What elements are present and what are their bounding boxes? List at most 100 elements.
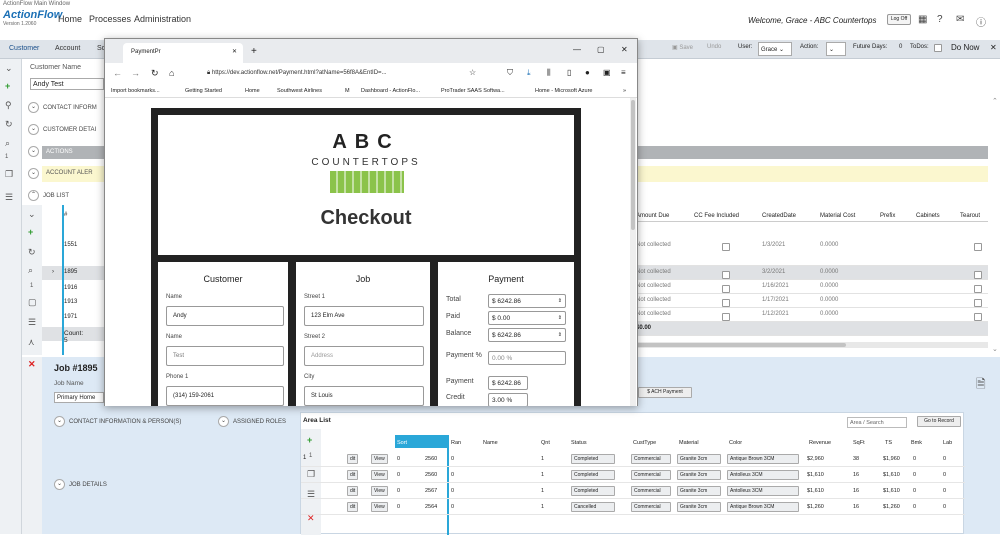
- col-bmk[interactable]: Bmk: [911, 440, 922, 446]
- table-row[interactable]: Not collected 1/16/2021 0.0000: [636, 280, 988, 294]
- cust-type-select[interactable]: Commercial: [631, 470, 671, 480]
- paid-input[interactable]: $ 0.00 ⇕: [488, 311, 566, 325]
- qr-icon[interactable]: ▦: [918, 14, 927, 25]
- col-revenue[interactable]: Revenue: [809, 440, 831, 446]
- status-select[interactable]: Completed: [571, 454, 615, 464]
- help-icon[interactable]: ?: [937, 14, 943, 25]
- account-icon[interactable]: ●: [585, 68, 590, 77]
- bookmark-star-icon[interactable]: ☆: [469, 68, 476, 77]
- new-tab-icon[interactable]: +: [251, 46, 257, 57]
- view-button[interactable]: View: [371, 470, 388, 480]
- street2-input[interactable]: Address: [304, 346, 424, 366]
- color-select[interactable]: Antique Brown 3CM: [727, 502, 799, 512]
- refresh-icon[interactable]: ↻: [28, 247, 36, 258]
- square-icon[interactable]: ▢: [28, 297, 37, 308]
- more-bookmarks-icon[interactable]: »: [623, 88, 626, 94]
- magnify-icon[interactable]: ⌕: [5, 138, 10, 149]
- scroll-down-icon[interactable]: ⌄: [992, 345, 998, 353]
- edit-button[interactable]: dit: [347, 502, 359, 512]
- table-row[interactable]: dit View 0 2564 0 1 Cancelled Commercial…: [301, 500, 965, 515]
- document-icon[interactable]: 🗎: [976, 375, 986, 396]
- close-icon[interactable]: ✕: [621, 45, 628, 54]
- col-ran[interactable]: Ran: [451, 440, 461, 446]
- col-amount-due[interactable]: Amount Due: [636, 213, 669, 219]
- col-ts[interactable]: TS: [885, 440, 892, 446]
- customer-name-input[interactable]: Andy Test: [30, 78, 104, 90]
- table-row[interactable]: Not collected 1/3/2021 0.0000: [636, 222, 988, 266]
- go-to-record-button[interactable]: Go to Record: [917, 416, 961, 427]
- bookmark-southwest[interactable]: Southwest Airlines: [277, 88, 322, 94]
- material-select[interactable]: Granite 3cm: [677, 502, 721, 512]
- cust-type-select[interactable]: Commercial: [631, 502, 671, 512]
- back-icon[interactable]: ←: [113, 68, 122, 78]
- tab-customer[interactable]: Customer: [9, 45, 39, 52]
- table-row[interactable]: Not collected 1/17/2021 0.0000: [636, 294, 988, 308]
- alerts-chevron[interactable]: ⌄: [28, 168, 43, 182]
- area-search-input[interactable]: Area / Search: [847, 417, 907, 428]
- last-name-input[interactable]: Test: [166, 346, 284, 366]
- assigned-roles-header[interactable]: ⌄ ASSIGNED ROLES: [218, 416, 286, 430]
- download-icon[interactable]: ⤓: [527, 68, 531, 78]
- job-contact-header[interactable]: ⌄ CONTACT INFORMATION & PERSON(S): [54, 416, 181, 430]
- col-sort[interactable]: Sort: [397, 440, 407, 446]
- menu-icon[interactable]: ≡: [621, 68, 626, 77]
- payment-percent-input[interactable]: 0.00 %: [488, 351, 566, 365]
- col-tearout[interactable]: Tearout: [960, 213, 980, 219]
- job-name-input[interactable]: Primary Home: [54, 392, 104, 403]
- scroll-up-icon[interactable]: ⌃: [992, 97, 998, 105]
- collapse-icon[interactable]: ⋏: [28, 337, 35, 348]
- close-tab-icon[interactable]: ✕: [232, 48, 237, 55]
- pager-icon[interactable]: 1: [5, 154, 8, 160]
- library-icon[interactable]: ⫼: [547, 68, 551, 78]
- logoff-button[interactable]: Log Off: [887, 14, 911, 25]
- color-select[interactable]: Antolleus 3CM: [727, 486, 799, 496]
- magnify-icon[interactable]: ⌕: [28, 265, 33, 276]
- material-select[interactable]: Granite 3cm: [677, 470, 721, 480]
- copy-icon[interactable]: ❐: [5, 169, 13, 180]
- bookmark-protrader[interactable]: ProTrader SAAS Softwa...: [441, 88, 505, 94]
- minimize-icon[interactable]: —: [573, 45, 581, 54]
- contact-section-header[interactable]: ⌄ CONTACT INFORM: [28, 102, 97, 116]
- pocket-icon[interactable]: ⛉: [507, 68, 513, 78]
- job-details-header[interactable]: ⌄ JOB DETAILS: [54, 479, 107, 493]
- todos-checkbox[interactable]: [934, 44, 942, 54]
- col-created[interactable]: CreatedDate: [762, 213, 796, 219]
- col-cust-type[interactable]: CustType: [633, 440, 656, 446]
- col-num[interactable]: #: [64, 212, 67, 218]
- balance-input[interactable]: $ 6242.86 ⇕: [488, 328, 566, 342]
- col-sqft[interactable]: SqFt: [853, 440, 865, 446]
- menu-administration[interactable]: Administration: [134, 14, 191, 24]
- status-select[interactable]: Completed: [571, 486, 615, 496]
- table-row[interactable]: dit View 0 2567 0 1 Completed Commercial…: [301, 484, 965, 499]
- bookmark-m[interactable]: M: [345, 88, 350, 94]
- bookmark-getting-started[interactable]: Getting Started: [185, 88, 222, 94]
- add-icon[interactable]: +: [28, 227, 33, 237]
- view-button[interactable]: View: [371, 454, 388, 464]
- col-cabinets[interactable]: Cabinets: [916, 213, 940, 219]
- menu-processes[interactable]: Processes: [89, 14, 131, 24]
- col-lab[interactable]: Lab: [943, 440, 952, 446]
- do-now-button[interactable]: Do Now: [951, 43, 979, 52]
- city-input[interactable]: St Louis: [304, 386, 424, 406]
- address-bar[interactable]: 🔒︎ https://dev.actionflow.net/Payment.ht…: [203, 67, 481, 81]
- col-qnt[interactable]: Qnt: [541, 440, 550, 446]
- table-row[interactable]: Not collected 3/2/2021 0.0000: [636, 266, 988, 280]
- user-select[interactable]: Grace ⌄: [758, 42, 792, 56]
- extension-icon[interactable]: ▣: [603, 68, 611, 77]
- close-icon[interactable]: ✕: [990, 43, 997, 52]
- home-icon[interactable]: ⌂: [169, 68, 174, 78]
- edit-button[interactable]: dit: [347, 470, 359, 480]
- menu-home[interactable]: Home: [58, 14, 82, 24]
- col-cc-fee[interactable]: CC Fee Included: [694, 213, 739, 219]
- col-status[interactable]: Status: [571, 440, 587, 446]
- bookmark-home[interactable]: Home: [245, 88, 260, 94]
- maximize-icon[interactable]: ▢: [597, 45, 605, 54]
- reload-icon[interactable]: ↻: [151, 68, 159, 79]
- total-input[interactable]: $ 6242.86 ⇕: [488, 294, 566, 308]
- mail-icon[interactable]: ✉: [956, 14, 964, 25]
- bookmark-import[interactable]: Import bookmarks...: [111, 88, 160, 94]
- search-icon[interactable]: ⚲: [5, 100, 12, 111]
- horizontal-scrollbar[interactable]: [636, 342, 988, 348]
- street1-input[interactable]: 123 Elm Ave: [304, 306, 424, 326]
- chevron-down-icon[interactable]: ⌄: [5, 63, 13, 74]
